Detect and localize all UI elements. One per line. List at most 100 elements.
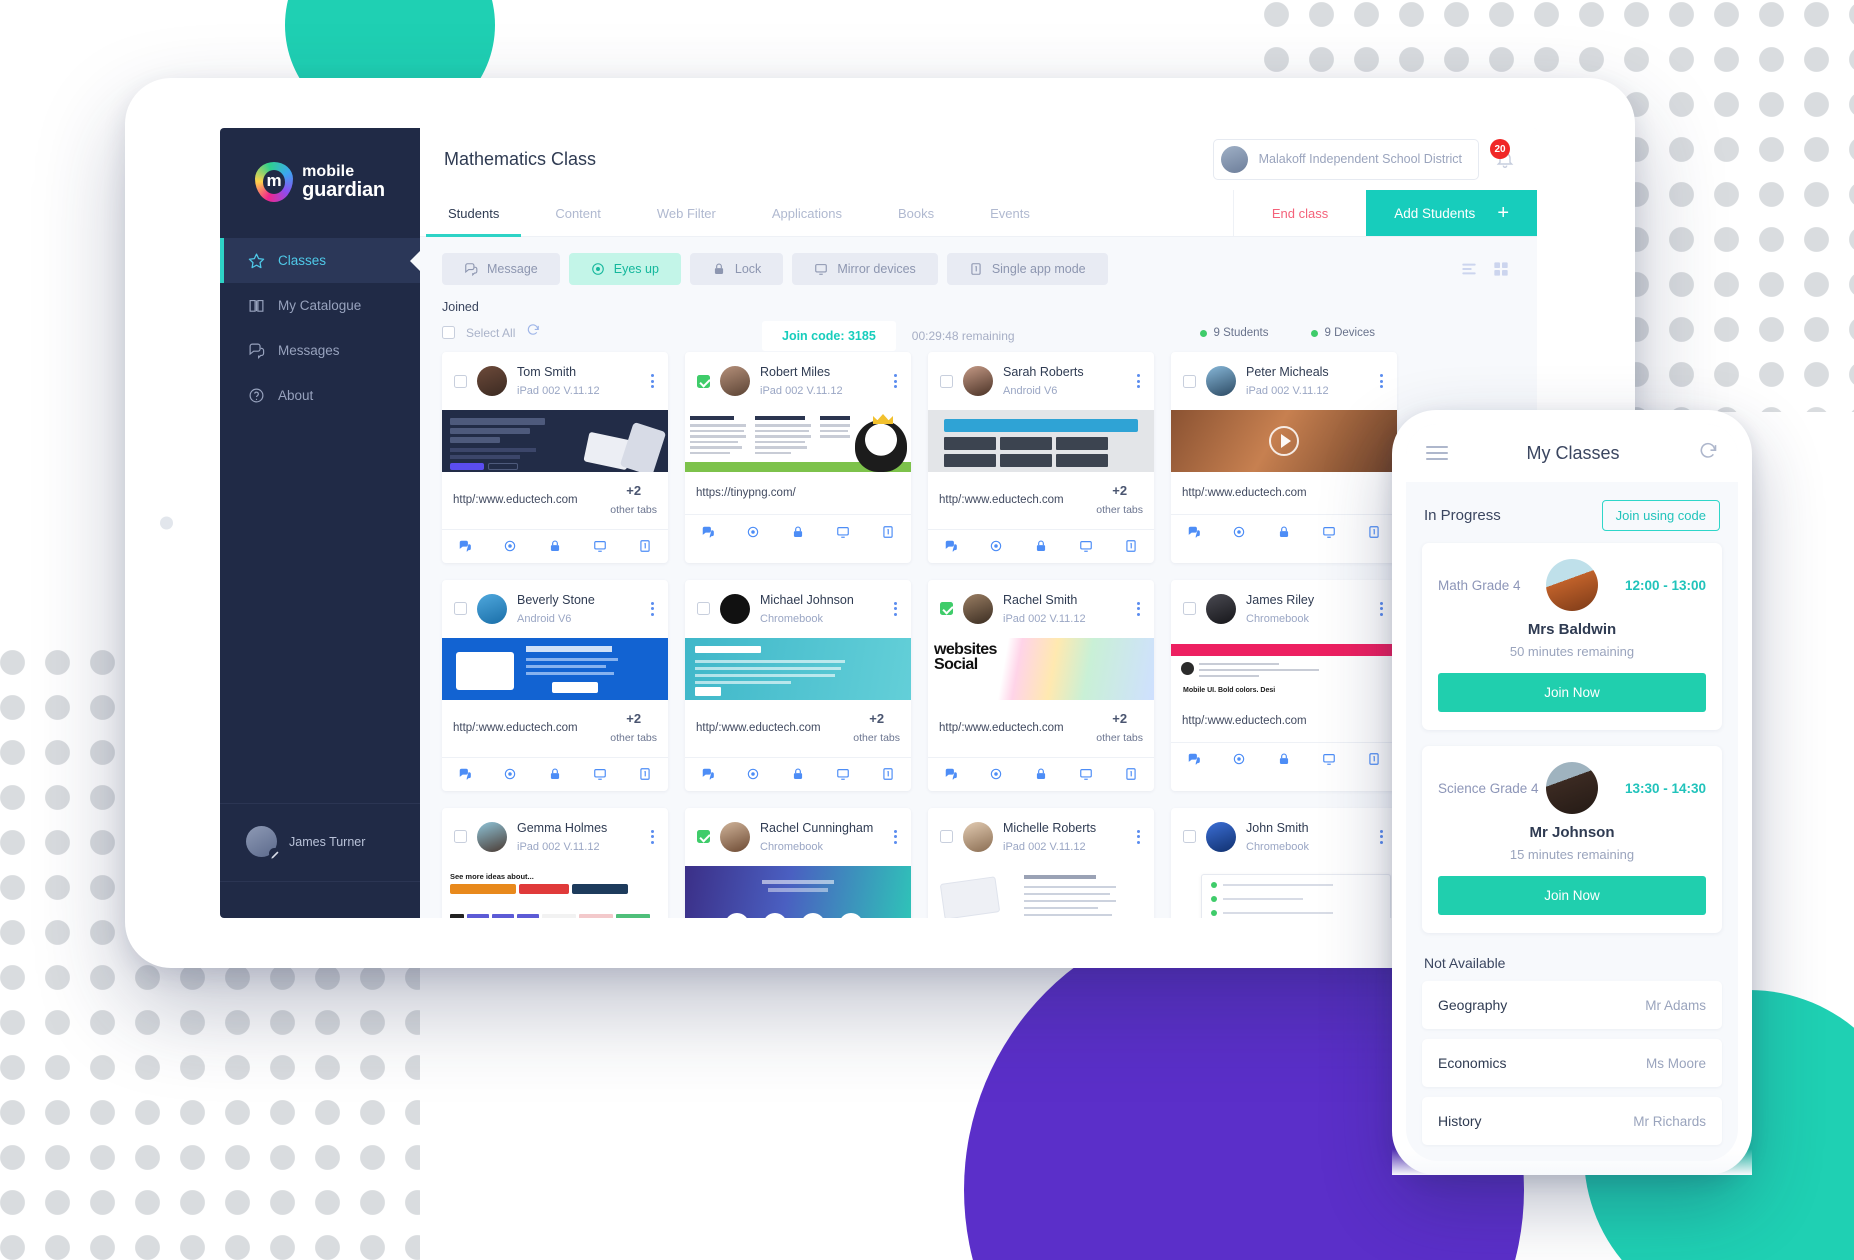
- eye-icon[interactable]: [746, 525, 760, 539]
- student-checkbox[interactable]: [1183, 830, 1196, 844]
- join-now-button[interactable]: Join Now: [1438, 673, 1706, 712]
- card-menu-icon[interactable]: [890, 828, 901, 846]
- eye-icon[interactable]: [989, 767, 1003, 781]
- card-menu-icon[interactable]: [1376, 372, 1387, 390]
- student-checkbox[interactable]: [940, 830, 953, 844]
- lock-icon[interactable]: [791, 525, 805, 539]
- join-using-code-button[interactable]: Join using code: [1601, 500, 1720, 531]
- eye-icon[interactable]: [503, 767, 517, 781]
- message-icon[interactable]: [458, 767, 472, 781]
- student-checkbox[interactable]: [940, 602, 953, 616]
- eye-icon[interactable]: [1232, 525, 1246, 539]
- student-card[interactable]: Beverly Stone Android V6 http/:www.educt…: [442, 579, 668, 791]
- student-checkbox[interactable]: [454, 602, 467, 616]
- message-icon[interactable]: [1187, 525, 1201, 539]
- monitor-icon[interactable]: [836, 767, 850, 781]
- end-class-button[interactable]: End class: [1232, 190, 1366, 236]
- card-menu-icon[interactable]: [890, 600, 901, 618]
- eye-icon[interactable]: [1232, 752, 1246, 766]
- monitor-icon[interactable]: [1322, 752, 1336, 766]
- message-icon[interactable]: [458, 539, 472, 553]
- student-checkbox[interactable]: [697, 374, 710, 388]
- student-card[interactable]: Michelle Roberts iPad 002 V.11.12: [928, 807, 1154, 918]
- student-checkbox[interactable]: [454, 830, 467, 844]
- refresh-icon[interactable]: [526, 323, 540, 342]
- sidebar-item-about[interactable]: About: [220, 373, 420, 418]
- student-checkbox[interactable]: [1183, 374, 1196, 388]
- student-card[interactable]: Tom Smith iPad 002 V.11.12 http/:www.edu…: [442, 352, 668, 563]
- card-menu-icon[interactable]: [1133, 600, 1144, 618]
- eye-icon[interactable]: [746, 767, 760, 781]
- tab-applications[interactable]: Applications: [744, 190, 870, 236]
- student-card[interactable]: Gemma Holmes iPad 002 V.11.12 See more i…: [442, 807, 668, 918]
- join-now-button[interactable]: Join Now: [1438, 876, 1706, 915]
- message-icon[interactable]: [701, 767, 715, 781]
- tab-books[interactable]: Books: [870, 190, 962, 236]
- organization-selector[interactable]: Malakoff Independent School District: [1212, 138, 1479, 180]
- student-card[interactable]: John Smith Chromebook http/:: [1171, 807, 1397, 918]
- message-icon[interactable]: [1187, 752, 1201, 766]
- single-app-icon[interactable]: [881, 767, 895, 781]
- card-menu-icon[interactable]: [647, 600, 658, 618]
- eyes-up-action-button[interactable]: Eyes up: [568, 253, 681, 285]
- notifications-button[interactable]: 20: [1490, 139, 1515, 170]
- tab-content[interactable]: Content: [527, 190, 629, 236]
- monitor-icon[interactable]: [1079, 767, 1093, 781]
- single-app-icon[interactable]: [638, 539, 652, 553]
- lock-icon[interactable]: [548, 767, 562, 781]
- card-menu-icon[interactable]: [647, 828, 658, 846]
- student-card[interactable]: Michael Johnson Chromebook http/:www.edu…: [685, 579, 911, 791]
- monitor-icon[interactable]: [836, 525, 850, 539]
- sidebar-item-my-catalogue[interactable]: My Catalogue: [220, 283, 420, 328]
- not-available-row[interactable]: Geography Mr Adams: [1422, 981, 1722, 1029]
- class-card[interactable]: Science Grade 4 13:30 - 14:30 Mr Johnson…: [1422, 746, 1722, 933]
- student-card[interactable]: Robert Miles iPad 002 V.11.12 https://ti…: [685, 352, 911, 563]
- student-checkbox[interactable]: [454, 374, 467, 388]
- lock-icon[interactable]: [1277, 752, 1291, 766]
- sidebar-user-profile[interactable]: James Turner: [220, 803, 420, 882]
- single-app-icon[interactable]: [881, 525, 895, 539]
- sidebar-item-classes[interactable]: Classes: [220, 238, 420, 283]
- not-available-row[interactable]: History Mr Richards: [1422, 1097, 1722, 1145]
- card-menu-icon[interactable]: [647, 372, 658, 390]
- not-available-row[interactable]: Economics Ms Moore: [1422, 1039, 1722, 1087]
- single-app-icon[interactable]: [638, 767, 652, 781]
- add-students-button[interactable]: Add Students +: [1366, 190, 1537, 236]
- monitor-icon[interactable]: [1322, 525, 1336, 539]
- tab-events[interactable]: Events: [962, 190, 1058, 236]
- tab-students[interactable]: Students: [420, 190, 527, 237]
- sidebar-item-messages[interactable]: Messages: [220, 328, 420, 373]
- student-card[interactable]: Rachel Cunningham Chromebook http/:www.e…: [685, 807, 911, 918]
- student-card[interactable]: Rachel Smith iPad 002 V.11.12 websites So…: [928, 579, 1154, 791]
- eye-icon[interactable]: [989, 539, 1003, 553]
- lock-icon[interactable]: [1034, 539, 1048, 553]
- single-app-icon[interactable]: [1367, 752, 1381, 766]
- message-icon[interactable]: [944, 539, 958, 553]
- lock-icon[interactable]: [548, 539, 562, 553]
- student-card[interactable]: James Riley Chromebook Mobile UI. Bold c…: [1171, 579, 1397, 791]
- card-menu-icon[interactable]: [1376, 828, 1387, 846]
- student-card[interactable]: Sarah Roberts Android V6 http/:www.educt…: [928, 352, 1154, 563]
- student-checkbox[interactable]: [697, 830, 710, 844]
- select-all-label[interactable]: Select All: [466, 326, 515, 340]
- card-menu-icon[interactable]: [1133, 372, 1144, 390]
- list-view-icon[interactable]: [1461, 261, 1477, 277]
- card-menu-icon[interactable]: [890, 372, 901, 390]
- mirror-devices-action-button[interactable]: Mirror devices: [792, 253, 938, 285]
- lock-icon[interactable]: [1277, 525, 1291, 539]
- lock-icon[interactable]: [1034, 767, 1048, 781]
- student-checkbox[interactable]: [1183, 602, 1196, 616]
- student-checkbox[interactable]: [940, 374, 953, 388]
- single-app-mode-action-button[interactable]: Single app mode: [946, 253, 1108, 285]
- single-app-icon[interactable]: [1367, 525, 1381, 539]
- grid-view-icon[interactable]: [1493, 261, 1509, 277]
- menu-icon[interactable]: [1426, 446, 1448, 460]
- card-menu-icon[interactable]: [1376, 600, 1387, 618]
- monitor-icon[interactable]: [1079, 539, 1093, 553]
- lock-icon[interactable]: [791, 767, 805, 781]
- single-app-icon[interactable]: [1124, 539, 1138, 553]
- eye-icon[interactable]: [503, 539, 517, 553]
- monitor-icon[interactable]: [593, 767, 607, 781]
- select-all-checkbox[interactable]: [442, 326, 455, 339]
- card-menu-icon[interactable]: [1133, 828, 1144, 846]
